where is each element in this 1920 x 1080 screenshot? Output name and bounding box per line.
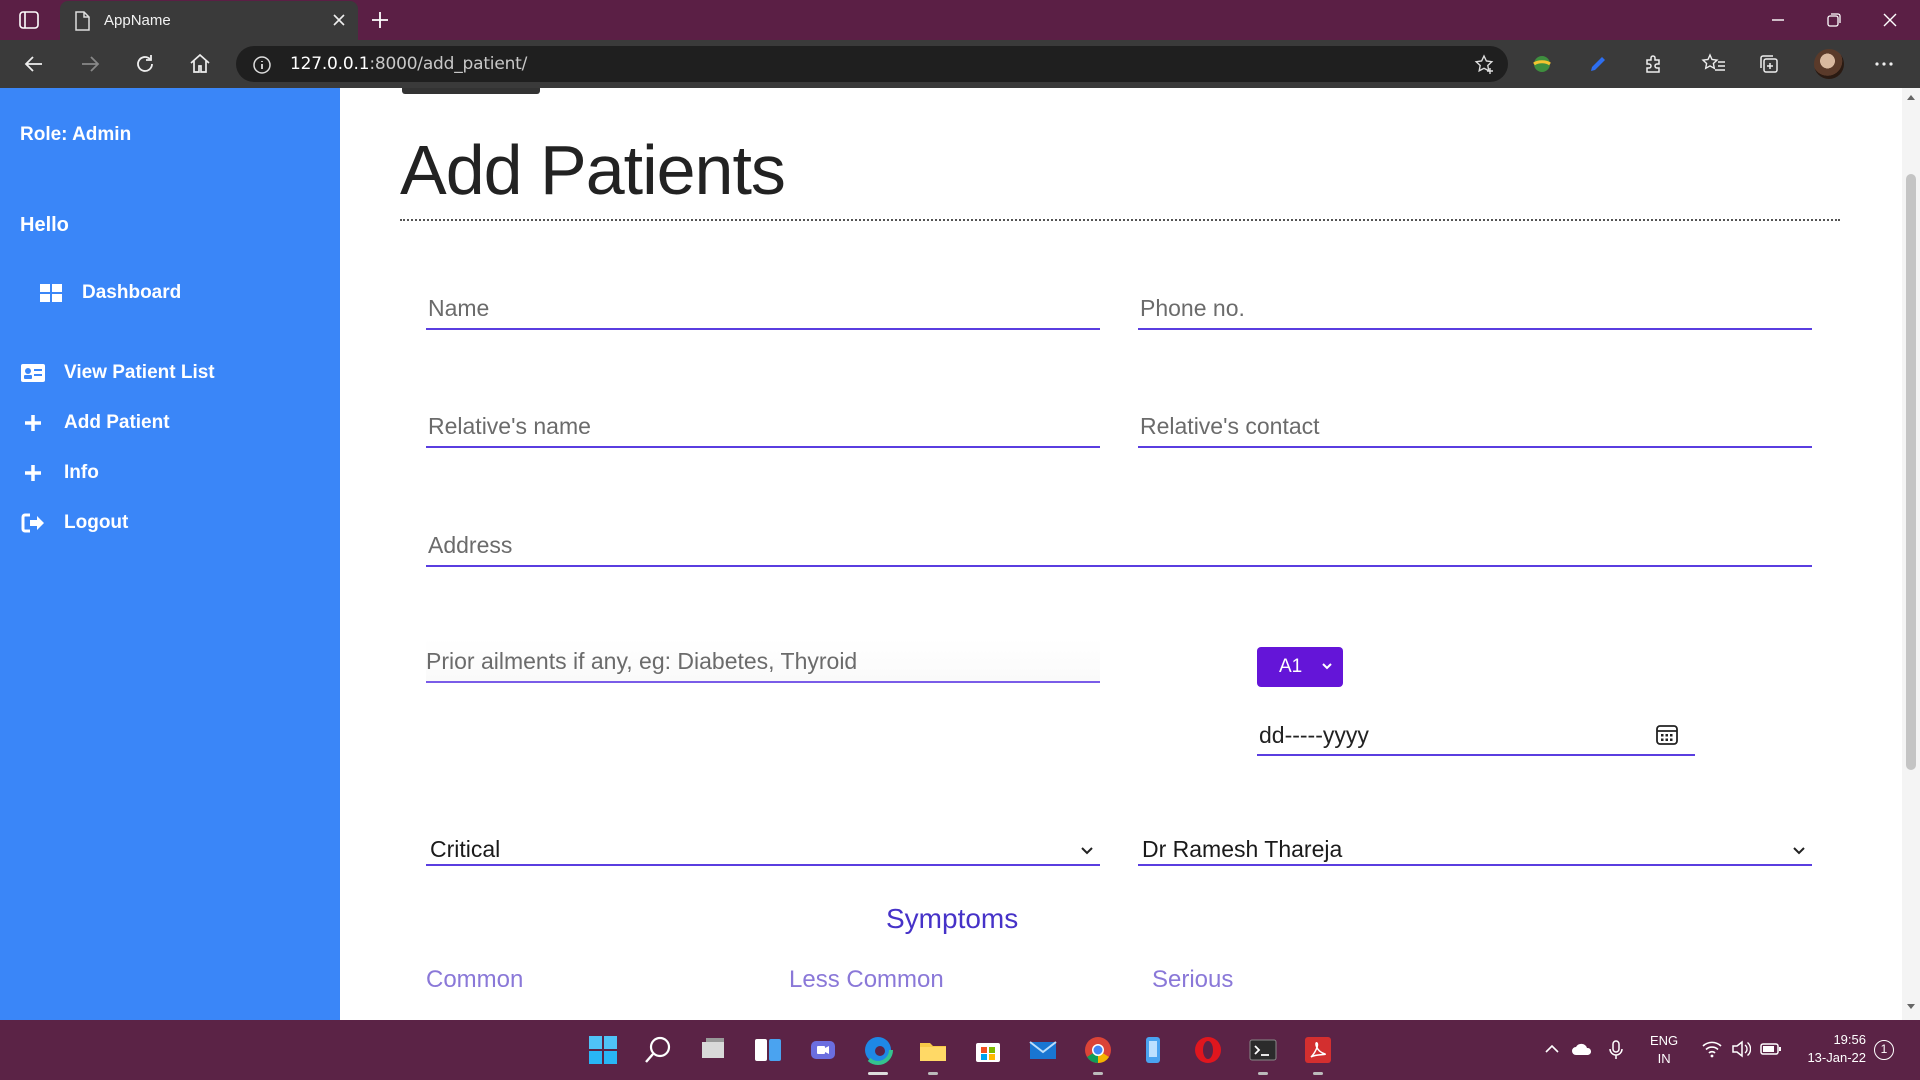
teams-chat-icon[interactable] [808,1035,838,1065]
symptoms-heading: Symptoms [886,903,1019,934]
minimize-icon[interactable] [1768,10,1788,30]
scroll-down-icon[interactable] [1907,1004,1915,1010]
mail-icon[interactable] [1028,1035,1058,1065]
add-favorite-icon[interactable] [1474,54,1496,76]
running-app-indicator [928,1072,938,1075]
windows-start-icon[interactable] [588,1035,618,1065]
notification-badge[interactable]: 1 [1874,1040,1894,1060]
search-icon[interactable] [643,1035,673,1065]
onedrive-cloud-icon[interactable] [1571,1040,1593,1058]
close-tab-icon[interactable] [332,13,346,27]
collections-icon[interactable] [1757,52,1781,76]
microphone-icon[interactable] [1608,1040,1624,1060]
active-app-indicator [868,1072,888,1075]
running-app-indicator [1313,1072,1323,1075]
edge-browser-icon[interactable] [863,1035,893,1065]
extension-pen-icon[interactable] [1586,52,1610,76]
taskbar: ENG IN 19:56 13-Jan-22 1 [0,1020,1920,1080]
acrobat-icon[interactable] [1303,1035,1333,1065]
id-card-icon [20,362,46,384]
page-icon [74,11,90,31]
restore-icon[interactable] [1824,10,1844,30]
tab-actions-icon[interactable] [18,10,42,30]
clock-time: 19:56 [1833,1032,1866,1047]
sidebar-item-dashboard[interactable]: Dashboard [38,282,181,304]
home-icon[interactable] [188,52,212,76]
forward-arrow-icon[interactable] [78,52,102,76]
new-tab-icon[interactable] [370,10,390,30]
wifi-icon[interactable] [1702,1040,1722,1058]
store-icon[interactable] [973,1035,1003,1065]
doctor-select[interactable]: Dr Ramesh Thareja [1138,822,1812,866]
phone-link-icon[interactable] [1138,1035,1168,1065]
sidebar-item-label: Add Patient [64,412,170,433]
browser-tab-bar: AppName [0,0,1920,40]
sidebar-item-label: View Patient List [64,362,215,383]
more-menu-icon[interactable] [1872,52,1896,76]
profile-avatar[interactable] [1814,49,1844,79]
running-app-indicator [1093,1072,1103,1075]
address-bar[interactable]: 127.0.0.1:8000/add_patient/ [236,46,1508,82]
back-arrow-icon[interactable] [22,52,46,76]
sidebar-item-logout[interactable]: Logout [20,512,128,534]
region-code: IN [1657,1051,1671,1066]
sidebar-item-add-patient[interactable]: Add Patient [20,412,170,434]
battery-icon[interactable] [1760,1040,1782,1058]
plus-icon [20,412,46,434]
language-indicator[interactable]: ENG IN [1650,1032,1678,1068]
symptoms-column-serious: Serious [1152,966,1234,993]
sidebar-item-info[interactable]: Info [20,462,99,484]
symptoms-column-less-common: Less Common [789,966,944,993]
dashboard-grid-icon [38,282,64,304]
sidebar: Role: Admin Hello Dashboard View Patient… [0,88,340,1020]
language-code: ENG [1650,1033,1679,1048]
browser-toolbar: 127.0.0.1:8000/add_patient/ [0,40,1920,88]
sidebar-item-label: Info [64,462,99,483]
symptoms-column-common: Common [426,966,524,993]
doctor-value: Dr Ramesh Thareja [1142,836,1343,862]
file-explorer-icon[interactable] [918,1035,948,1065]
favorites-icon[interactable] [1701,52,1727,76]
widgets-icon[interactable] [753,1035,783,1065]
terminal-icon[interactable] [1248,1035,1278,1065]
logout-icon [20,512,46,534]
close-window-icon[interactable] [1880,10,1900,30]
running-app-indicator [1258,1072,1268,1075]
clock[interactable]: 19:56 13-Jan-22 [1800,1031,1866,1067]
refresh-icon[interactable] [133,52,157,76]
sidebar-item-label: Dashboard [82,282,182,303]
plus-icon [20,462,46,484]
sidebar-item-label: Logout [64,512,129,533]
form-lower [340,88,1902,1020]
tab-title: AppName [104,12,171,29]
sidebar-item-view-patient-list[interactable]: View Patient List [20,362,215,384]
opera-icon[interactable] [1193,1035,1223,1065]
role-label: Role: Admin [20,124,132,145]
browser-tab[interactable]: AppName [60,1,358,40]
site-info-icon[interactable] [252,55,272,75]
tray-overflow-icon[interactable] [1543,1040,1561,1058]
condition-value: Critical [430,836,501,862]
clock-date: 13-Jan-22 [1807,1050,1866,1065]
chevron-down-icon [1792,846,1806,856]
volume-icon[interactable] [1731,1040,1751,1058]
extensions-puzzle-icon[interactable] [1642,52,1666,76]
url-text[interactable]: 127.0.0.1:8000/add_patient/ [290,54,527,74]
page-scrollbar[interactable] [1902,88,1920,1020]
scrollbar-thumb[interactable] [1906,174,1916,770]
greeting-label: Hello [20,214,69,236]
chevron-down-icon [1080,846,1094,856]
condition-select-box[interactable]: Critical [426,822,1100,866]
task-view-icon[interactable] [698,1035,728,1065]
chrome-icon[interactable] [1083,1035,1113,1065]
scroll-up-icon[interactable] [1907,94,1915,100]
extension-globe-icon[interactable] [1530,52,1554,76]
